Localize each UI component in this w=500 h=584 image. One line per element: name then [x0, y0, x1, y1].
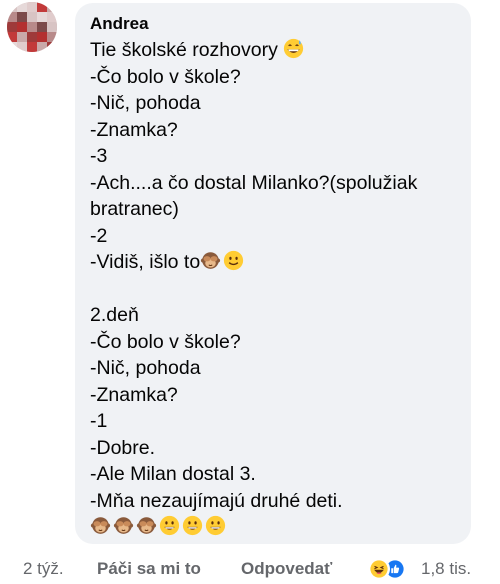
comment-line: -2 — [90, 223, 457, 250]
avatar-pixel — [37, 22, 47, 32]
grinning-face-emoji — [159, 515, 180, 536]
avatar-pixel — [7, 12, 17, 22]
comment-line: -Ach....a čo dostal Milanko?(spolužiak b… — [90, 170, 450, 223]
comment-line: -Dobre. — [90, 435, 457, 462]
comment-line: -Nič, pohoda — [90, 355, 457, 382]
avatar-pixel — [17, 2, 27, 12]
avatar-pixel — [37, 32, 47, 42]
comment-line — [90, 514, 457, 541]
avatar-pixel — [17, 12, 27, 22]
comment-line-text: -Vidiš, išlo to — [90, 251, 201, 273]
grinning-face-emoji — [182, 515, 203, 536]
comment-line: 2.deň — [90, 302, 457, 329]
comment-line: -Čo bolo v škole? — [90, 64, 457, 91]
reply-button[interactable]: Odpovedať — [241, 556, 332, 582]
haha-reaction-icon — [368, 558, 390, 580]
avatar-pixel — [17, 22, 27, 32]
comment-line: -Znamka? — [90, 117, 457, 144]
avatar-pixel — [17, 42, 27, 52]
comment-bubble: Andrea Tie školské rozhovory -Čo bolo v … — [75, 3, 471, 544]
comment-line: Tie školské rozhovory — [90, 37, 457, 64]
comment-line-text: -1 — [90, 410, 108, 432]
avatar-pixel — [47, 42, 57, 52]
comment-line-text: Tie školské rozhovory — [90, 39, 284, 61]
avatar-pixel — [27, 2, 37, 12]
comment-line: -Ale Milan dostal 3. — [90, 461, 457, 488]
avatar-pixel — [47, 12, 57, 22]
comment-line-text: -Ach....a čo dostal Milanko?(spolužiak b… — [90, 171, 418, 221]
see-no-evil-monkey-emoji — [136, 515, 157, 536]
see-no-evil-monkey-emoji — [90, 515, 111, 536]
comment-line-text: -Znamka? — [90, 383, 178, 406]
comment-line: -1 — [90, 408, 457, 435]
avatar-pixel — [37, 12, 47, 22]
comment-body: Tie školské rozhovory -Čo bolo v škole? -… — [90, 37, 457, 541]
comment-line: -Čo bolo v škole? — [90, 329, 457, 356]
comment-line-text: -Dobre. — [90, 436, 156, 459]
comment-timestamp[interactable]: 2 týž. — [23, 556, 64, 582]
avatar-pixel — [47, 22, 57, 32]
comment-line-text: -Čo bolo v škole? — [90, 65, 241, 88]
avatar-pixel — [37, 42, 47, 52]
comment-line: -3 — [90, 143, 457, 170]
avatar-pixel — [27, 32, 37, 42]
reaction-count[interactable]: 1,8 tis. — [421, 556, 471, 582]
comment-line-text: -Čo bolo v škole? — [90, 330, 241, 353]
avatar-pixel — [7, 42, 17, 52]
avatar-pixel — [7, 22, 17, 32]
see-no-evil-monkey-emoji — [200, 250, 221, 271]
comment-line: -Znamka? — [90, 382, 457, 409]
comment-line-text: -3 — [90, 145, 108, 167]
grinning-sweat-emoji — [283, 38, 304, 59]
avatar-pixel — [17, 32, 27, 42]
comment-line-text: -Nič, pohoda — [90, 357, 201, 379]
comment-line: -Mňa nezaujímajú druhé deti. — [90, 488, 457, 515]
comment-author[interactable]: Andrea — [90, 13, 457, 35]
see-no-evil-monkey-emoji — [113, 515, 134, 536]
avatar[interactable] — [7, 2, 57, 52]
comment-line-text: -Mňa nezaujímajú druhé deti. — [90, 489, 343, 512]
comment-line-text: -2 — [90, 224, 108, 247]
avatar-pixel — [37, 2, 47, 12]
avatar-pixel — [47, 2, 57, 12]
like-button[interactable]: Páči sa mi to — [97, 556, 201, 582]
comment-line-text: -Znamka? — [90, 118, 178, 141]
avatar-pixel — [27, 42, 37, 52]
avatar-pixel — [7, 2, 17, 12]
avatar-pixel — [27, 22, 37, 32]
comment-actions: 2 týž. Páči sa mi to Odpovedať 1,8 tis. — [0, 556, 500, 582]
slightly-smiling-face-emoji — [223, 250, 244, 271]
avatar-pixel — [7, 32, 17, 42]
comment-line: -Vidiš, išlo to — [90, 249, 457, 276]
comment-line-text: -Ale Milan dostal 3. — [90, 463, 256, 485]
comment-line-text: -Nič, pohoda — [90, 92, 201, 114]
reaction-summary[interactable] — [368, 558, 412, 580]
comment-line-text: 2.deň — [90, 304, 139, 326]
grinning-face-emoji — [205, 515, 226, 536]
avatar-pixel — [27, 12, 37, 22]
comment-line: -Nič, pohoda — [90, 90, 457, 117]
avatar-pixel — [47, 32, 57, 42]
